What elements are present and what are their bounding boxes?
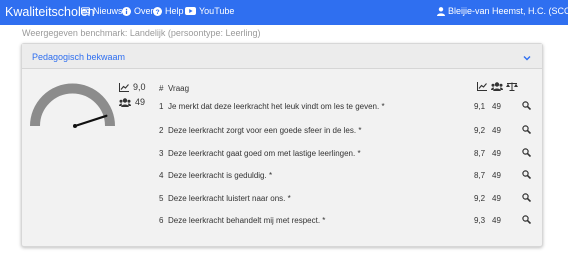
question-text: Deze leerkracht gaat goed om met lastige… [168, 149, 361, 158]
table-row: 6 Deze leerkracht behandelt mij met resp… [22, 215, 542, 228]
search-icon[interactable] [522, 125, 532, 135]
nav-item-help[interactable]: ? Help [153, 6, 184, 16]
nav-item-label: YouTube [199, 6, 235, 16]
benchmark-info: Weergegeven benchmark: Landelijk (persoo… [22, 28, 261, 38]
question-number: 5 [159, 194, 164, 203]
question-text: Deze leerkracht behandelt mij met respec… [168, 216, 326, 225]
question-count: 49 [492, 102, 501, 111]
search-icon[interactable] [522, 170, 532, 180]
question-score: 9,3 [474, 216, 486, 225]
question-count: 49 [492, 126, 501, 135]
question-number: 6 [159, 216, 164, 225]
question-count: 49 [492, 194, 501, 203]
chart-line-icon [119, 82, 129, 92]
column-header-question: Vraag [168, 84, 190, 93]
chart-line-icon [477, 82, 487, 91]
question-number: 3 [159, 149, 164, 158]
table-row: 2 Deze leerkracht zorgt voor een goede s… [22, 125, 542, 138]
column-header-num: # [159, 84, 164, 93]
question-text: Je merkt dat deze leerkracht het leuk vi… [168, 102, 385, 111]
search-icon[interactable] [522, 101, 532, 111]
svg-text:?: ? [155, 9, 159, 16]
question-score: 9,2 [474, 126, 486, 135]
question-text: Deze leerkracht luistert naar ons. * [168, 194, 291, 203]
nav-item-label: Help [165, 6, 184, 16]
chevron-down-icon[interactable] [522, 50, 532, 61]
overall-score: 9,0 [133, 82, 146, 92]
stat-score: 9,0 [119, 82, 146, 92]
nav-item-label: Over [134, 6, 154, 16]
search-icon[interactable] [522, 215, 532, 225]
question-score: 9,2 [474, 194, 486, 203]
user-name: Bleijie-van Heemst, H.C. (SCOL) [448, 6, 568, 16]
user-menu[interactable]: Bleijie-van Heemst, H.C. (SCOL) [437, 6, 568, 16]
help-icon: ? [153, 6, 162, 16]
question-count: 49 [492, 149, 501, 158]
nav-item-nieuws[interactable]: Nieuws [81, 6, 123, 16]
question-number: 1 [159, 102, 164, 111]
info-icon [122, 6, 131, 16]
card-title: Pedagogisch bekwaam [32, 52, 126, 62]
search-icon[interactable] [522, 193, 532, 203]
newspaper-icon [81, 7, 90, 16]
question-text: Deze leerkracht zorgt voor een goede sfe… [168, 126, 362, 135]
youtube-icon [185, 7, 196, 16]
category-card: Pedagogisch bekwaam 9,0 49 # Vraag 1 Je … [21, 43, 543, 247]
balance-scale-icon [506, 82, 518, 91]
nav-item-youtube[interactable]: YouTube [185, 6, 234, 16]
top-navbar: Kwaliteitscholen Nieuws Over ? Help YouT… [0, 0, 568, 25]
user-icon [437, 6, 445, 16]
card-header[interactable]: Pedagogisch bekwaam [22, 44, 542, 69]
nav-item-label: Nieuws [93, 6, 123, 16]
search-icon[interactable] [522, 148, 532, 158]
question-number: 2 [159, 126, 164, 135]
question-text: Deze leerkracht is geduldig. * [168, 171, 273, 180]
table-row: 4 Deze leerkracht is geduldig. * 8,7 49 [22, 170, 542, 183]
question-count: 49 [492, 171, 501, 180]
question-count: 49 [492, 216, 501, 225]
gauge-needle [73, 114, 108, 128]
table-row: 1 Je merkt dat deze leerkracht het leuk … [22, 101, 542, 114]
question-score: 8,7 [474, 149, 486, 158]
question-number: 4 [159, 171, 164, 180]
nav-item-over[interactable]: Over [122, 6, 154, 16]
table-row: 3 Deze leerkracht gaat goed om met lasti… [22, 148, 542, 161]
table-row: 5 Deze leerkracht luistert naar ons. * 9… [22, 193, 542, 206]
question-score: 8,7 [474, 171, 486, 180]
users-icon [491, 82, 503, 91]
question-score: 9,1 [474, 102, 486, 111]
